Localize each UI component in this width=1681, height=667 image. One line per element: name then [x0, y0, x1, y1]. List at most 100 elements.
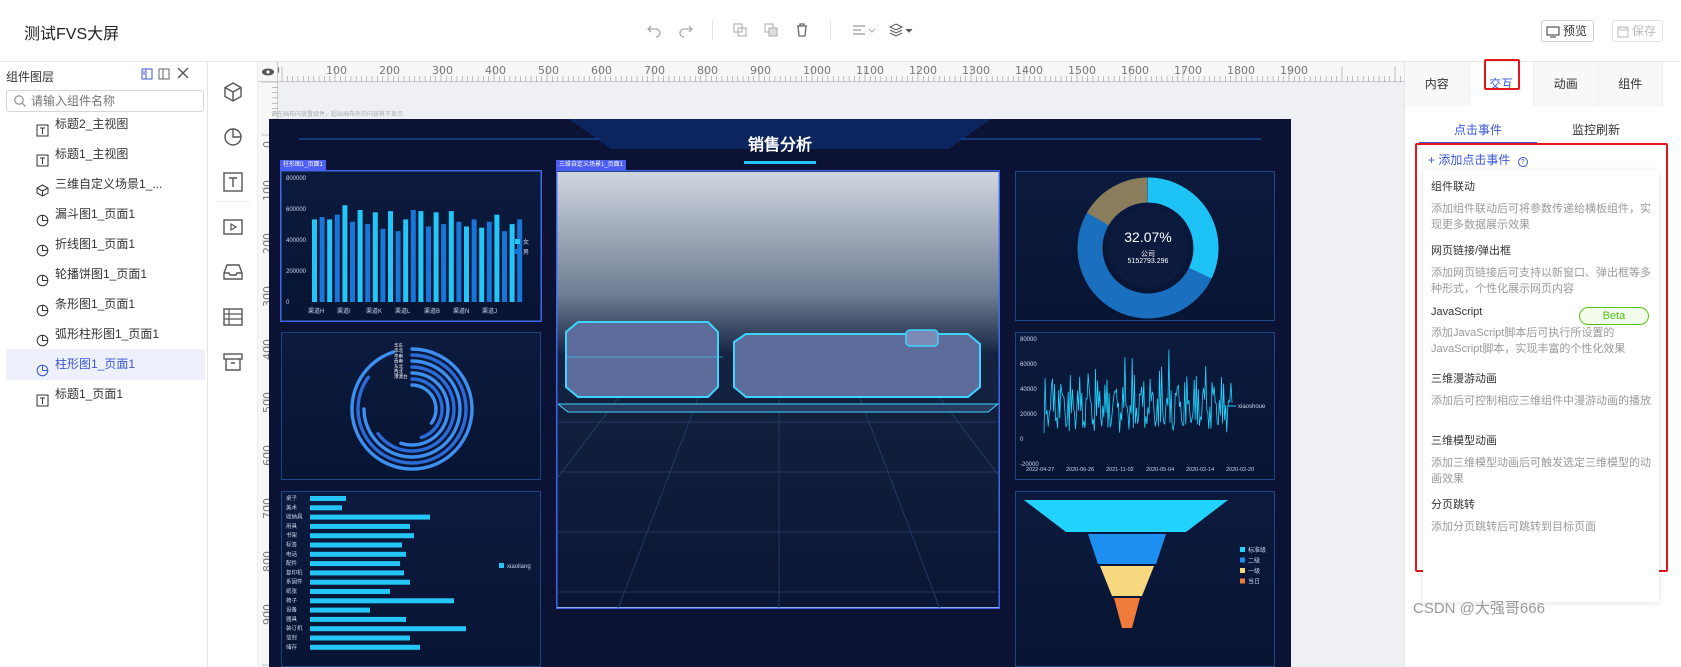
- search-icon: [14, 95, 26, 107]
- tab-component[interactable]: 组件: [1598, 62, 1663, 106]
- legend-swatch: [499, 563, 504, 568]
- preview-button[interactable]: 预览: [1541, 20, 1595, 42]
- bar-chart-tag: 柱形图1_页面1: [280, 160, 327, 170]
- undo-icon[interactable]: [645, 22, 663, 40]
- y-tick-label: 储存: [286, 643, 298, 651]
- event-type-item[interactable]: 网页链接/弹出框 添加网页链接后可支持以新窗口、弹出框等多种形式，个性化展示网页内…: [1431, 242, 1653, 297]
- layer-item[interactable]: 标题1_页面1: [6, 379, 205, 410]
- layer-item[interactable]: 标题1_主视图: [6, 139, 205, 170]
- layer-item[interactable]: 轮播饼图1_页面1: [6, 259, 205, 290]
- scene-selection-frame: [556, 170, 1000, 609]
- archive-tool-icon[interactable]: [221, 350, 245, 374]
- add-click-event-label: 添加点击事件: [1438, 153, 1511, 167]
- event-type-item[interactable]: 组件联动 添加组件联动后可将参数传递给横板组件，实现更多数据展示效果: [1431, 178, 1653, 233]
- ruler-label: 1100: [856, 64, 884, 77]
- ruler-label: 200: [379, 64, 400, 77]
- subtab-click-event[interactable]: 点击事件: [1419, 118, 1537, 144]
- layer-item[interactable]: 条形图1_页面1: [6, 289, 205, 320]
- layer-view-toggle-icon[interactable]: [141, 68, 153, 83]
- save-label: 保存: [1632, 24, 1657, 38]
- canvas-area[interactable]: 0 100 200 300 400 500 600 700 800 900 1000 1100 1200…: [258, 62, 1404, 667]
- legend-swatch: [1240, 547, 1245, 552]
- radial-bar-card[interactable]: 华东 华北 华南 西南 东北 西北 港澳台: [281, 332, 541, 480]
- tab-animation[interactable]: 动画: [1534, 62, 1599, 106]
- event-type-item[interactable]: 三维漫游动画 添加后可控制相应三维组件中漫游动画的播放: [1431, 370, 1653, 409]
- x-tick-label: 2022-04-27: [1026, 467, 1054, 473]
- y-tick-label: 美术: [286, 503, 298, 511]
- layer-item[interactable]: 三维自定义场景1_...: [6, 169, 205, 200]
- ruler-eye-icon[interactable]: [258, 62, 278, 82]
- layer-item-label: 三维自定义场景1_...: [55, 177, 163, 191]
- chart-tool-icon[interactable]: [221, 125, 245, 149]
- ruler-label: 1400: [1015, 64, 1043, 77]
- layer-item[interactable]: 标题2_主视图: [6, 109, 205, 140]
- line-chart-card[interactable]: 80000 60000 40000 20000 0 -20000 xiaoshoue 2022…: [1015, 332, 1275, 480]
- x-tick-label: 2020-02-14: [1186, 467, 1214, 473]
- layer-item[interactable]: 弧形柱形图1_页面1: [6, 319, 205, 350]
- close-panel-icon[interactable]: [176, 66, 192, 82]
- subtab-monitor-refresh[interactable]: 监控刷新: [1537, 118, 1655, 144]
- title-icon: [36, 118, 49, 137]
- 3d-model-tool-icon[interactable]: [221, 80, 245, 104]
- layer-item-label: 轮播饼图1_页面1: [55, 267, 148, 281]
- donut-chart: [1077, 177, 1219, 319]
- chart-icon: [36, 208, 49, 227]
- media-tool-icon[interactable]: [221, 215, 245, 239]
- donut-chart-card[interactable]: 32.07% 公司 5152793.296: [1015, 171, 1275, 321]
- layer-item-label: 标题2_主视图: [55, 117, 129, 131]
- layer-list-toggle-icon[interactable]: [158, 68, 170, 83]
- x-tick-label: 2021-11-02: [1106, 467, 1134, 473]
- redo-icon[interactable]: [677, 22, 695, 40]
- layer-item-label: 弧形柱形图1_页面1: [55, 327, 160, 341]
- ruler-label: 1300: [962, 64, 990, 77]
- save-button[interactable]: 保存: [1612, 20, 1664, 42]
- help-icon[interactable]: ?: [1517, 157, 1528, 167]
- dashboard-screen[interactable]: 销售分析 800000 600000 400000 200000 0 渠道H 渠道I 渠道K 渠…: [269, 119, 1291, 667]
- ruler-label: 1600: [1121, 64, 1149, 77]
- line-series: [1043, 349, 1233, 434]
- container-tool-icon[interactable]: [221, 260, 245, 284]
- layer-search-input[interactable]: [31, 91, 201, 111]
- x-tick-label: 2020-02-20: [1226, 467, 1254, 473]
- legend-label: xiaoliang: [507, 564, 531, 570]
- text-tool-icon[interactable]: [221, 170, 245, 194]
- funnel-segment: [1024, 500, 1228, 532]
- watermark: CSDN @大强哥666: [1413, 600, 1545, 617]
- table-tool-icon[interactable]: [221, 305, 245, 329]
- event-type-item[interactable]: JavaScript 添加JavaScript脚本后可执行所设置的JavaScri…: [1431, 306, 1653, 357]
- copy-icon[interactable]: [731, 22, 749, 40]
- layer-order-icon[interactable]: [888, 22, 914, 40]
- layer-item[interactable]: 漏斗图1_页面1: [6, 199, 205, 230]
- component-toolbar: [208, 62, 258, 667]
- hbar: [310, 626, 466, 632]
- highlight-interaction-tab: [1484, 59, 1520, 90]
- y-tick-label: 40000: [1020, 387, 1037, 393]
- y-tick-label: 配件: [286, 559, 298, 567]
- event-type-desc: 添加组件联动后可将参数传递给横板组件，实现更多数据展示效果: [1431, 203, 1651, 231]
- add-click-event-button[interactable]: + 添加点击事件 ?: [1428, 151, 1528, 168]
- align-icon[interactable]: [851, 22, 877, 40]
- duplicate-icon[interactable]: [762, 22, 780, 40]
- delete-icon[interactable]: [793, 22, 811, 40]
- funnel-segment: [1088, 534, 1166, 564]
- event-type-desc: 添加后可控制相应三维组件中漫游动画的播放: [1431, 395, 1651, 407]
- event-type-item[interactable]: 分页跳转 添加分页跳转后可跳转到目标页面: [1431, 496, 1653, 535]
- layer-item-label: 条形图1_页面1: [55, 297, 136, 311]
- beta-badge: Beta: [1579, 307, 1649, 325]
- layer-panel: 组件图层 标题2_主视图标题1_主视图三维自定义场景1_... 漏斗图1_页面1 折…: [0, 62, 208, 667]
- event-type-item[interactable]: 三维模型动画 添加三维模型动画后可触发选定三维模型的动画效果: [1431, 432, 1653, 487]
- ruler-label: 900: [750, 64, 771, 77]
- event-type-title: 三维模型动画: [1431, 435, 1497, 447]
- selection-frame[interactable]: [280, 170, 542, 322]
- x-tick-label: 2020-05-04: [1146, 467, 1174, 473]
- hbar: [310, 542, 402, 548]
- chart-icon: [36, 358, 49, 377]
- layer-item[interactable]: 柱形图1_页面1: [6, 349, 205, 380]
- horizontal-bar-card[interactable]: 桌子 美术 收纳具 用具 书架 标签 电话 配件 复印机 系固件 纸张 椅子 设备 器具 装订机 信封 储存 xi…: [281, 491, 541, 667]
- y-tick-label: 收纳具: [286, 513, 303, 521]
- funnel-chart-card[interactable]: 标准级 二级 一级 当日: [1015, 491, 1275, 667]
- layer-item[interactable]: 折线图1_页面1: [6, 229, 205, 260]
- tab-content[interactable]: 内容: [1405, 62, 1470, 106]
- preview-label: 预览: [1563, 24, 1588, 38]
- hbar: [310, 607, 370, 613]
